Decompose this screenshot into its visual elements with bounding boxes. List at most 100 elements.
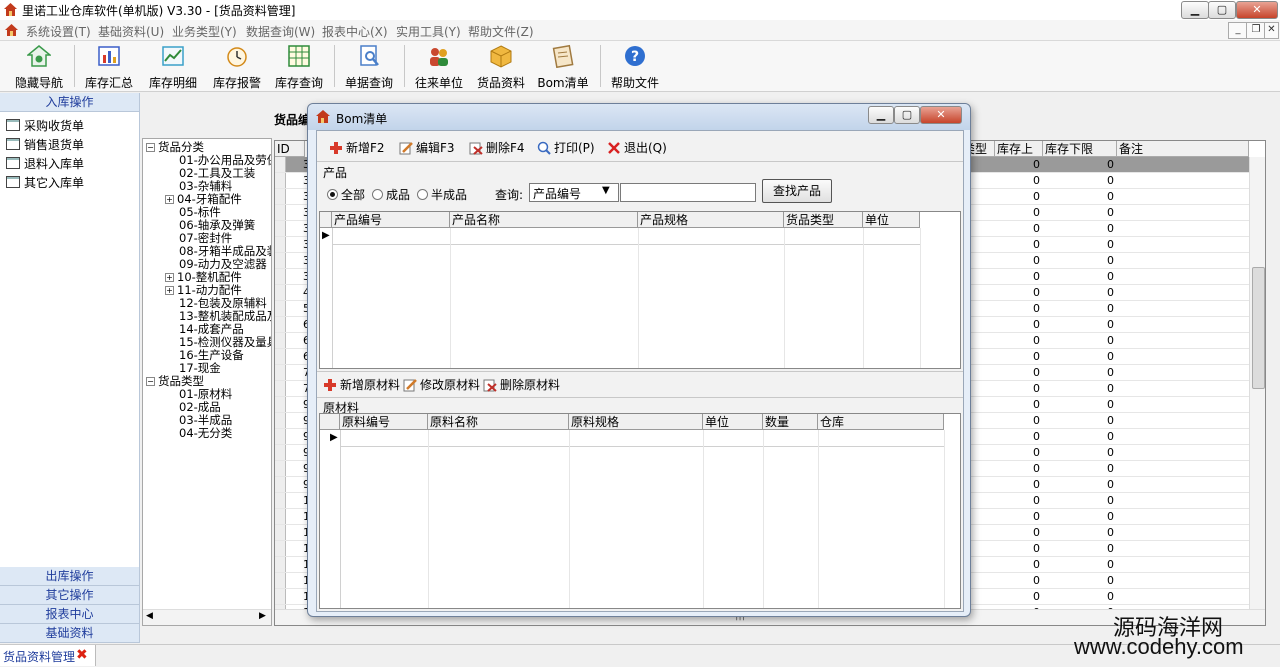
row-indicator-icon: ▶	[330, 432, 338, 443]
dialog-body: 新增F2 编辑F3 删除F4 打印(P) 退出(Q) 产品 全部 成品 半成品 …	[316, 130, 964, 612]
toolbar-stock-detail-button[interactable]: 库存明细	[146, 44, 200, 90]
delete-material-button[interactable]: 删除原材料	[483, 376, 560, 394]
minimize-button[interactable]: ▁	[1181, 1, 1209, 19]
toolbar-stock-query-button[interactable]: 库存查询	[272, 44, 326, 90]
partners-icon	[427, 44, 451, 68]
product-header-name[interactable]: 产品名称	[450, 212, 638, 228]
maximize-button[interactable]: ▢	[1208, 1, 1236, 19]
row-stock-upper: 0	[1033, 414, 1040, 427]
dialog-close-button[interactable]: ✕	[920, 106, 962, 124]
row-stock-lower: 0	[1107, 590, 1114, 603]
dialog-delete-button[interactable]: 删除F4	[469, 139, 525, 157]
grid-vertical-scrollbar[interactable]	[1249, 157, 1265, 609]
nav-header-other[interactable]: 其它操作	[0, 586, 139, 605]
stock-query-icon	[287, 44, 311, 68]
menu-tools[interactable]: 实用工具(Y)	[396, 23, 461, 40]
row-stock-lower: 0	[1107, 558, 1114, 571]
query-input[interactable]	[620, 183, 756, 202]
form-icon	[6, 157, 20, 169]
dialog-maximize-button[interactable]: ▢	[894, 106, 920, 124]
toolbar-bom-button[interactable]: Bom清单	[536, 44, 590, 90]
material-header-quantity[interactable]: 数量	[763, 414, 818, 430]
menu-report-center[interactable]: 报表中心(X)	[322, 23, 388, 40]
row-stock-lower: 0	[1107, 542, 1114, 555]
left-navigation: 入库操作 采购收货单 销售退货单 退料入库单 其它入库单 出库操作 其它操作 报…	[0, 93, 140, 643]
close-tab-icon[interactable]: ✖	[76, 647, 88, 663]
nav-item-purchase-receipt[interactable]: 采购收货单	[6, 117, 84, 135]
radio-all[interactable]: 全部	[327, 186, 365, 203]
material-header-spec[interactable]: 原料规格	[569, 414, 703, 430]
row-stock-lower: 0	[1107, 494, 1114, 507]
mdi-close-button[interactable]: ✕	[1264, 22, 1279, 39]
product-header-unit[interactable]: 单位	[863, 212, 920, 228]
radio-finished[interactable]: 成品	[372, 186, 410, 203]
menu-help[interactable]: 帮助文件(Z)	[468, 23, 534, 40]
goods-icon	[489, 44, 513, 68]
nav-item-material-return[interactable]: 退料入库单	[6, 155, 84, 173]
grid-header-stock-lower[interactable]: 库存下限	[1043, 141, 1117, 157]
window-title: 里诺工业仓库软件(单机版) V3.30 - [货品资料管理]	[22, 4, 296, 18]
search-product-button[interactable]: 查找产品	[762, 179, 832, 203]
tab-goods-management[interactable]: 货品资料管理 ✖	[0, 645, 96, 666]
dialog-minimize-button[interactable]: ▁	[868, 106, 894, 124]
toolbar-stock-alarm-button[interactable]: 库存报警	[210, 44, 264, 90]
add-material-icon	[323, 378, 337, 392]
dialog-exit-button[interactable]: 退出(Q)	[607, 139, 667, 157]
material-header-code[interactable]: 原料编号	[340, 414, 428, 430]
toolbar-goods-button[interactable]: 货品资料	[474, 44, 528, 90]
grid-header-stock-upper[interactable]: 库存上限	[995, 141, 1043, 172]
add-material-button[interactable]: 新增原材料	[323, 376, 400, 394]
menu-basic-data[interactable]: 基础资料(U)	[98, 23, 164, 40]
row-stock-lower: 0	[1107, 286, 1114, 299]
menu-system-settings[interactable]: 系统设置(T)	[26, 23, 91, 40]
toolbar-partners-button[interactable]: 往来单位	[412, 44, 466, 90]
nav-header-inbound[interactable]: 入库操作	[0, 93, 139, 112]
row-stock-upper: 0	[1033, 286, 1040, 299]
tree-node[interactable]: 04-无分类	[179, 427, 232, 440]
toolbar-doc-query-button[interactable]: 单据查询	[342, 44, 396, 90]
tree-horizontal-scrollbar[interactable]: ◀ ▶	[143, 609, 271, 625]
menu-business-type[interactable]: 业务类型(Y)	[172, 23, 237, 40]
row-stock-lower: 0	[1107, 574, 1114, 587]
row-indicator-icon: ▶	[322, 230, 330, 241]
toolbar-stock-summary-button[interactable]: 库存汇总	[82, 44, 136, 90]
row-stock-upper: 0	[1033, 350, 1040, 363]
product-header-type[interactable]: 货品类型	[784, 212, 863, 228]
exit-icon	[607, 141, 621, 155]
product-header-spec[interactable]: 产品规格	[638, 212, 784, 228]
material-header-name[interactable]: 原料名称	[428, 414, 569, 430]
row-stock-lower: 0	[1107, 398, 1114, 411]
form-icon	[6, 119, 20, 131]
nav-header-outbound[interactable]: 出库操作	[0, 567, 139, 586]
menu-data-query[interactable]: 数据查询(W)	[246, 23, 315, 40]
query-field-select[interactable]: 产品编号 ▼	[529, 183, 619, 202]
product-group-label: 产品	[323, 166, 348, 180]
material-header-warehouse[interactable]: 仓库	[818, 414, 944, 430]
toolbar-separator	[404, 45, 405, 87]
dialog-print-button[interactable]: 打印(P)	[537, 139, 595, 157]
row-stock-upper: 0	[1033, 430, 1040, 443]
material-grid: 原料编号 原料名称 原料规格 单位 数量 仓库 ▶	[319, 413, 961, 609]
row-stock-upper: 0	[1033, 302, 1040, 315]
nav-header-basic[interactable]: 基础资料	[0, 624, 139, 643]
bom-dialog: Bom清单 ▁ ▢ ✕ 新增F2 编辑F3 删除F4 打印(P) 退出(Q) 产…	[307, 103, 971, 617]
grid-header-remark[interactable]: 备注	[1117, 141, 1249, 157]
edit-material-button[interactable]: 修改原材料	[403, 376, 480, 394]
mdi-minimize-button[interactable]: _	[1228, 22, 1248, 39]
dialog-edit-button[interactable]: 编辑F3	[399, 139, 455, 157]
mdi-restore-button[interactable]: ❐	[1246, 22, 1266, 39]
row-stock-lower: 0	[1107, 318, 1114, 331]
toolbar-separator	[334, 45, 335, 87]
dialog-add-button[interactable]: 新增F2	[329, 139, 385, 157]
nav-item-other-inbound[interactable]: 其它入库单	[6, 174, 84, 192]
nav-item-sales-return[interactable]: 销售退货单	[6, 136, 84, 154]
nav-header-reports[interactable]: 报表中心	[0, 605, 139, 624]
radio-semi-finished[interactable]: 半成品	[417, 186, 467, 203]
grid-header-id[interactable]: ID	[275, 141, 305, 157]
product-header-code[interactable]: 产品编号	[332, 212, 450, 228]
close-button[interactable]: ✕	[1236, 1, 1278, 19]
toolbar-help-button[interactable]: ? 帮助文件	[608, 44, 662, 90]
toolbar-hide-nav-button[interactable]: 隐藏导航	[12, 44, 66, 90]
row-stock-lower: 0	[1107, 414, 1114, 427]
material-header-unit[interactable]: 单位	[703, 414, 763, 430]
